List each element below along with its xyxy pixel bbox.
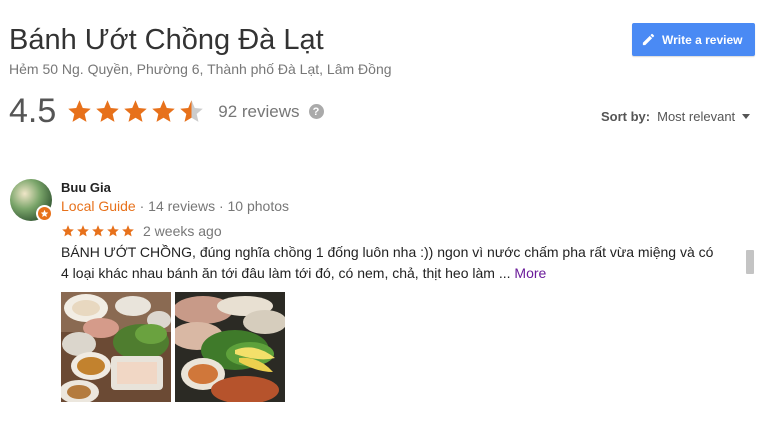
review-body: BÁNH ƯỚT CHỒNG, đúng nghĩa chồng 1 đống … bbox=[61, 244, 714, 281]
star-icon bbox=[107, 225, 119, 237]
review-stars bbox=[61, 224, 136, 238]
review-count[interactable]: 92 reviews bbox=[218, 102, 299, 122]
star-icon bbox=[92, 225, 104, 237]
review-author-meta: Local Guide · 14 reviews · 10 photos bbox=[61, 198, 289, 214]
review-time: 2 weeks ago bbox=[143, 223, 222, 239]
rating-summary: 4.5 92 reviews ? bbox=[9, 92, 324, 131]
sort-value: Most relevant bbox=[657, 109, 736, 124]
review-author[interactable]: Buu Gia bbox=[61, 180, 111, 195]
rating-value: 4.5 bbox=[9, 92, 57, 130]
pencil-icon bbox=[642, 33, 655, 46]
review-rating: 2 weeks ago bbox=[61, 223, 222, 239]
star-icon bbox=[122, 225, 134, 237]
star-icon bbox=[68, 100, 92, 122]
review-photo-2[interactable] bbox=[175, 292, 285, 402]
sort-dropdown[interactable]: Most relevant bbox=[657, 109, 751, 124]
author-reviews-count: · 14 reviews bbox=[139, 198, 216, 214]
scrollbar-thumb[interactable] bbox=[746, 250, 754, 274]
info-icon[interactable]: ? bbox=[308, 104, 324, 119]
more-link[interactable]: More bbox=[514, 265, 546, 281]
review-photo-1[interactable] bbox=[61, 292, 171, 402]
place-title: Bánh Ướt Chồng Đà Lạt bbox=[9, 24, 324, 56]
rating-stars bbox=[66, 98, 206, 125]
star-icon bbox=[96, 100, 120, 122]
star-icon bbox=[180, 100, 204, 122]
caret-down-icon bbox=[742, 114, 751, 119]
local-guide-badge: Local Guide bbox=[61, 198, 136, 214]
author-photos-count: · 10 photos bbox=[218, 198, 290, 214]
place-address: Hẻm 50 Ng. Quyền, Phường 6, Thành phố Đà… bbox=[9, 61, 392, 77]
sort-label: Sort by: bbox=[601, 109, 651, 124]
review-text: BÁNH ƯỚT CHỒNG, đúng nghĩa chồng 1 đống … bbox=[61, 242, 721, 284]
local-guide-star-icon bbox=[36, 205, 53, 222]
write-review-label: Write a review bbox=[662, 32, 743, 47]
star-icon bbox=[152, 100, 176, 122]
star-icon bbox=[62, 225, 74, 237]
write-review-button[interactable]: Write a review bbox=[632, 23, 755, 56]
star-icon bbox=[124, 100, 148, 122]
star-icon bbox=[77, 225, 89, 237]
sort-control: Sort by: Most relevant bbox=[601, 109, 751, 124]
